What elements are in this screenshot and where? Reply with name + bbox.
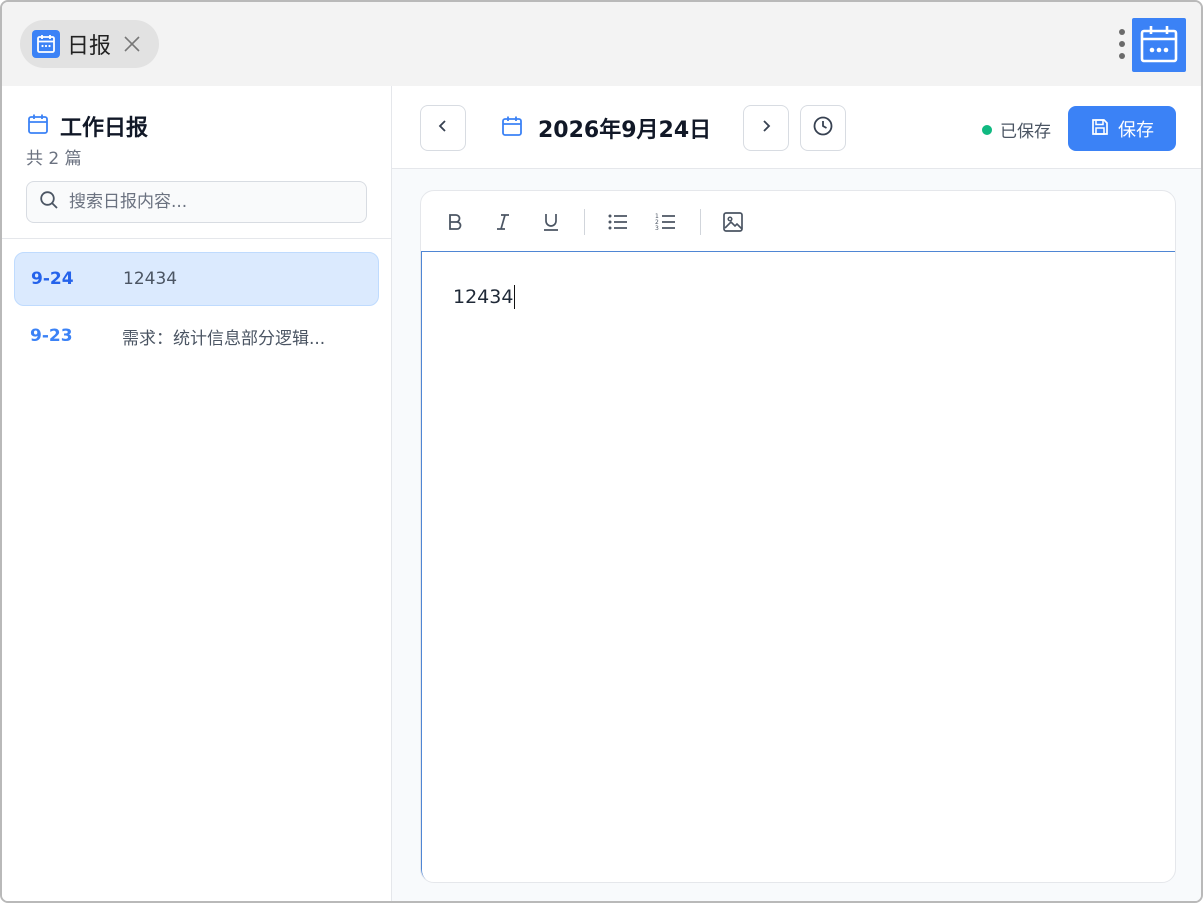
list-item[interactable]: 9-24 12434 [14, 252, 379, 306]
toolbar-divider [700, 209, 701, 235]
title-bar: 日报 [2, 2, 1201, 86]
chevron-right-icon [757, 117, 775, 139]
entry-preview: 需求：统计信息部分逻辑... [122, 328, 326, 349]
main-panel: 2026年9月24日 已保存 保存 1 2 3 12434 [392, 86, 1201, 901]
tab-daily-report[interactable]: 日报 [20, 20, 159, 68]
entry-date: 9-24 [31, 269, 74, 289]
clock-icon [812, 115, 834, 141]
editor: 1 2 3 12434 [420, 190, 1176, 883]
italic-icon[interactable] [488, 207, 518, 237]
sidebar: 工作日报 共 2 篇 9-24 12434 9-23 需求：统计信息部分逻辑..… [2, 86, 392, 901]
sidebar-header: 工作日报 [26, 110, 148, 142]
editor-text[interactable]: 12434 [453, 285, 516, 309]
history-button[interactable] [800, 105, 846, 151]
entry-date: 9-23 [30, 326, 73, 346]
search-box[interactable] [26, 181, 367, 223]
search-icon [39, 190, 59, 214]
divider [2, 238, 391, 239]
next-day-button[interactable] [743, 105, 789, 151]
status-text: 已保存 [1000, 122, 1051, 142]
main-header: 2026年9月24日 已保存 保存 [392, 86, 1201, 169]
close-icon[interactable] [121, 33, 143, 55]
search-input[interactable] [69, 192, 349, 212]
entry-count: 共 2 篇 [26, 149, 82, 169]
image-icon[interactable] [718, 207, 748, 237]
save-button-label: 保存 [1118, 119, 1154, 141]
date-label: 2026年9月24日 [538, 118, 712, 143]
entry-preview: 12434 [123, 269, 178, 289]
bullet-list-icon[interactable] [603, 207, 633, 237]
more-menu-icon[interactable] [1114, 26, 1130, 62]
sidebar-title: 工作日报 [60, 116, 149, 141]
save-button[interactable]: 保存 [1068, 106, 1176, 151]
list-item[interactable]: 9-23 需求：统计信息部分逻辑... [14, 309, 379, 363]
bold-icon[interactable] [440, 207, 470, 237]
numbered-list-icon[interactable]: 1 2 3 [651, 207, 681, 237]
underline-icon[interactable] [536, 207, 566, 237]
tab-label: 日报 [67, 34, 112, 59]
editor-content-area[interactable]: 12434 [421, 251, 1175, 882]
calendar-icon [32, 30, 60, 58]
save-status: 已保存 [982, 117, 1051, 142]
svg-text:3: 3 [655, 225, 659, 232]
status-dot [982, 124, 992, 135]
save-icon [1090, 117, 1110, 141]
current-date: 2026年9月24日 [500, 112, 711, 144]
editor-content: 12434 [453, 286, 514, 308]
previous-day-button[interactable] [420, 105, 466, 151]
calendar-icon [500, 114, 524, 142]
calendar-icon [26, 112, 50, 140]
app-logo-icon [1132, 18, 1186, 72]
chevron-left-icon [434, 117, 452, 139]
toolbar-divider [584, 209, 585, 235]
editor-toolbar: 1 2 3 [421, 191, 1175, 251]
text-cursor [514, 285, 516, 309]
app-window: 日报 工作日报 共 2 篇 搜索日报内容... 9-24 12434 9-23 … [0, 0, 1203, 903]
